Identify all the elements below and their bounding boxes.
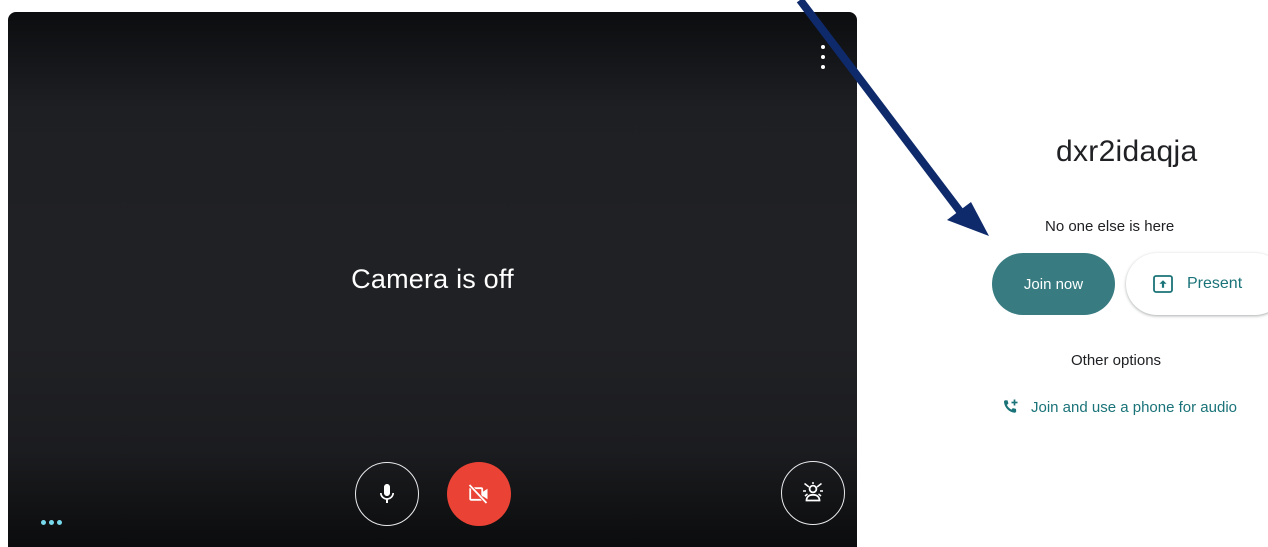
present-to-all-icon (1153, 275, 1173, 293)
join-with-phone-audio-label: Join and use a phone for audio (1031, 398, 1237, 416)
camera-toggle-button[interactable] (447, 462, 511, 526)
present-button-label: Present (1187, 275, 1243, 292)
add-call-icon (1003, 399, 1018, 413)
camera-status-text: Camera is off (351, 264, 514, 294)
visual-effects-button[interactable] (781, 461, 845, 525)
microphone-toggle-button[interactable] (355, 462, 419, 526)
video-preview: Camera is off (8, 12, 857, 547)
more-horiz-icon[interactable] (41, 520, 62, 525)
visual-effects-icon (803, 482, 823, 502)
join-now-button[interactable]: Join now (992, 253, 1115, 315)
present-button[interactable]: Present (1126, 253, 1268, 315)
other-options-label: Other options (1071, 352, 1162, 369)
microphone-icon (380, 484, 394, 503)
participants-status: No one else is here (1045, 218, 1175, 235)
more-vert-icon[interactable] (813, 45, 833, 69)
meet-pre-join-screen: Camera is off dxr2idaqja No one else is … (0, 0, 1268, 547)
meeting-code: dxr2idaqja (1056, 135, 1198, 168)
join-with-phone-audio-link[interactable]: Join and use a phone for audio (1000, 397, 1237, 417)
video-off-icon (468, 483, 488, 505)
annotation-arrow-head (947, 202, 989, 236)
